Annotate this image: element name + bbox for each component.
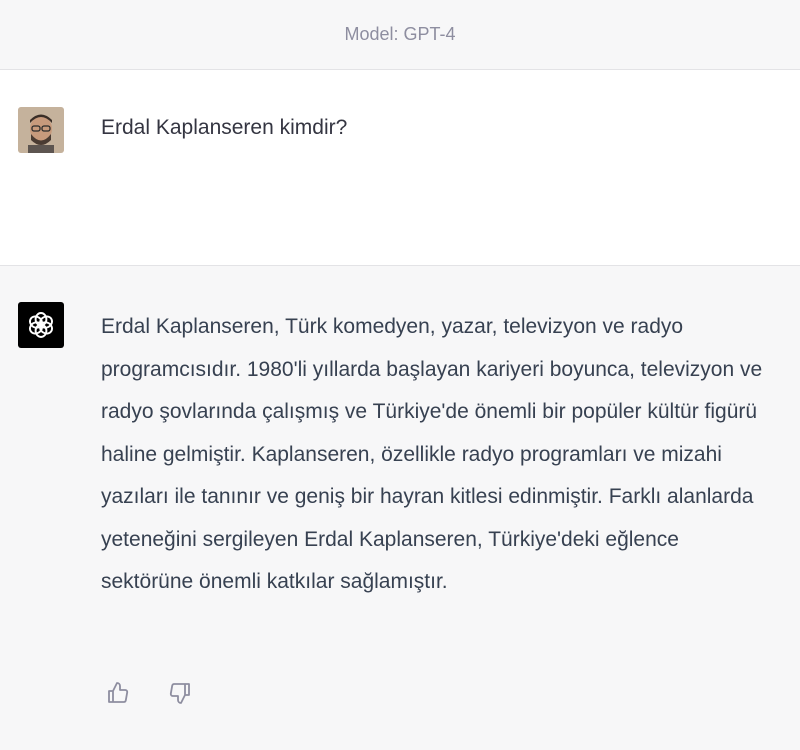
user-message-text: Erdal Kaplanseren kimdir? <box>101 116 348 139</box>
assistant-message-text: Erdal Kaplanseren, Türk komedyen, yazar,… <box>101 315 763 593</box>
model-header: Model: GPT-4 <box>0 0 800 70</box>
user-message: Erdal Kaplanseren kimdir? <box>0 70 800 266</box>
thumbs-down-button[interactable] <box>167 680 193 706</box>
thumbs-up-icon <box>108 682 129 703</box>
message-actions <box>105 680 193 706</box>
user-avatar <box>18 107 64 153</box>
assistant-message: Erdal Kaplanseren, Türk komedyen, yazar,… <box>0 266 800 750</box>
assistant-avatar <box>18 302 64 348</box>
user-photo-avatar <box>18 107 64 153</box>
thumbs-up-button[interactable] <box>105 680 131 706</box>
thumbs-down-icon <box>169 683 190 704</box>
openai-logo-icon <box>29 312 53 338</box>
model-label: Model: GPT-4 <box>344 24 456 44</box>
